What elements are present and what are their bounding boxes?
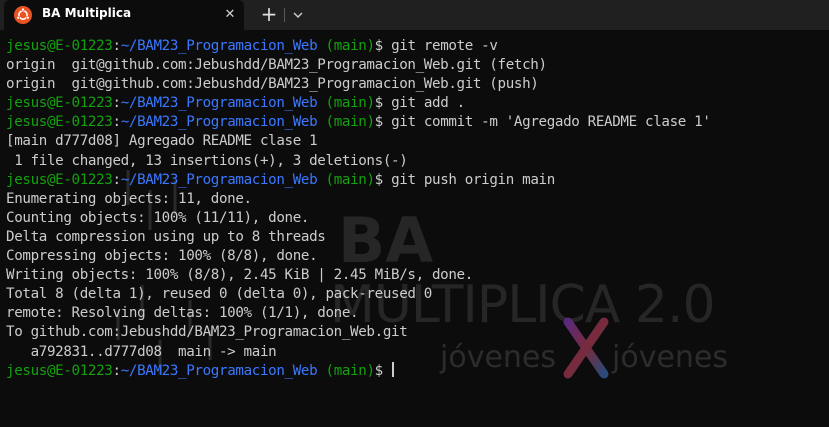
- output-line: Enumerating objects: 11, done.: [6, 190, 252, 207]
- command-text: git commit -m 'Agregado README clase 1': [391, 114, 711, 131]
- command-text: git push origin main: [391, 171, 555, 188]
- command-text: git add .: [391, 95, 465, 112]
- output-line: a792831..d777d08 main -> main: [6, 343, 277, 360]
- output-line: [main d777d08] Agregado README clase 1: [6, 133, 318, 150]
- prompt-line: jesus@E-01223:~/BAM23_Programacion_Web (…: [6, 171, 826, 190]
- prompt-path: ~/BAM23_Programacion_Web: [120, 38, 318, 54]
- terminal-output[interactable]: jesus@E-01223:~/BAM23_Programacion_Web (…: [6, 37, 826, 381]
- output-line: Writing objects: 100% (8/8), 2.45 KiB | …: [6, 267, 473, 284]
- output-line: To github.com:Jebushdd/BAM23_Programacio…: [6, 324, 408, 341]
- output-line: Delta compression using up to 8 threads: [6, 228, 326, 245]
- prompt-user: jesus@E-01223: [6, 171, 113, 188]
- output-line: Counting objects: 100% (11/11), done.: [6, 209, 310, 226]
- prompt-symbol: $: [374, 171, 392, 188]
- prompt-user: jesus@E-01223: [6, 114, 113, 131]
- prompt-separator: :: [112, 171, 122, 188]
- output-line: origin git@github.com:Jebushdd/BAM23_Pro…: [6, 57, 547, 74]
- prompt-user: jesus@E-01223: [6, 362, 113, 379]
- output-line: remote: Resolving deltas: 100% (1/1), do…: [6, 305, 359, 322]
- prompt-symbol: $: [374, 95, 392, 112]
- chevron-down-icon[interactable]: [287, 3, 309, 27]
- prompt-line: jesus@E-01223:~/BAM23_Programacion_Web (…: [6, 113, 826, 132]
- prompt-separator: :: [112, 362, 122, 379]
- prompt-path: ~/BAM23_Programacion_Web: [120, 171, 318, 188]
- prompt-path: ~/BAM23_Programacion_Web: [120, 362, 318, 379]
- prompt-line: jesus@E-01223:~/BAM23_Programacion_Web (…: [6, 361, 826, 381]
- prompt-branch: (main): [325, 38, 376, 54]
- prompt-user: jesus@E-01223: [6, 95, 113, 112]
- prompt-branch: (main): [325, 362, 376, 379]
- new-tab-button[interactable]: +: [256, 3, 282, 27]
- prompt-path: ~/BAM23_Programacion_Web: [120, 95, 318, 112]
- output-line: 1 file changed, 13 insertions(+), 3 dele…: [6, 152, 408, 169]
- output-line: origin git@github.com:Jebushdd/BAM23_Pro…: [6, 76, 539, 93]
- prompt-branch: (main): [325, 114, 376, 131]
- prompt-symbol: $: [374, 362, 392, 379]
- output-line: Compressing objects: 100% (8/8), done.: [6, 248, 318, 265]
- close-icon[interactable]: ✕: [220, 5, 240, 25]
- ubuntu-icon: [14, 6, 32, 24]
- terminal-window: BA Multiplica ✕ + BA MULTIPLICA 2.0 jóve…: [0, 0, 829, 427]
- prompt-separator: :: [112, 95, 122, 112]
- prompt-separator: :: [112, 114, 122, 131]
- prompt-line: jesus@E-01223:~/BAM23_Programacion_Web (…: [6, 37, 826, 56]
- tab-ba-multiplica[interactable]: BA Multiplica ✕: [4, 0, 244, 30]
- output-line: Total 8 (delta 1), reused 0 (delta 0), p…: [6, 286, 432, 303]
- text-cursor: [392, 361, 395, 377]
- prompt-line: jesus@E-01223:~/BAM23_Programacion_Web (…: [6, 94, 826, 113]
- prompt-symbol: $: [374, 114, 392, 131]
- tab-divider: [284, 8, 285, 22]
- prompt-path: ~/BAM23_Programacion_Web: [120, 114, 318, 131]
- command-text: git remote -v: [391, 38, 498, 54]
- tab-title: BA Multiplica: [42, 6, 132, 20]
- prompt-branch: (main): [325, 95, 376, 112]
- prompt-separator: :: [112, 38, 122, 54]
- prompt-branch: (main): [325, 171, 376, 188]
- prompt-symbol: $: [374, 38, 392, 54]
- prompt-user: jesus@E-01223: [6, 38, 113, 54]
- tab-bar: BA Multiplica ✕ +: [0, 0, 829, 30]
